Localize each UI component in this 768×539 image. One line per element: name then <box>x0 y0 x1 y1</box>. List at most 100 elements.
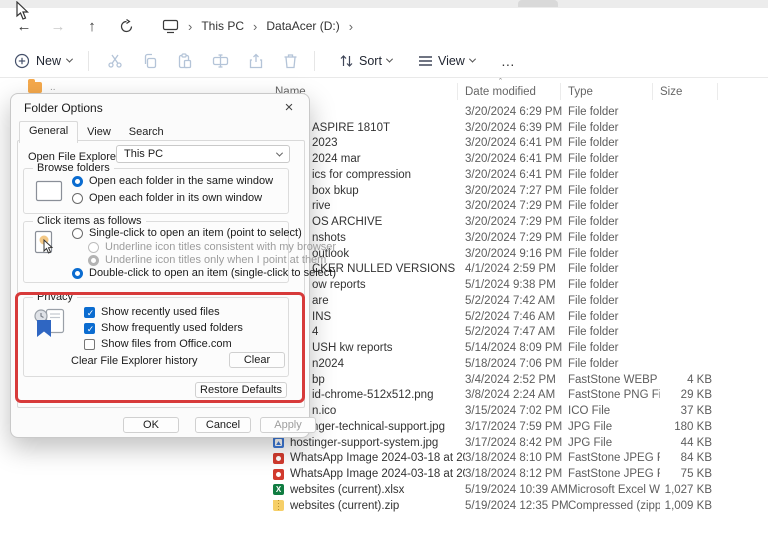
radio-selected-icon <box>72 175 83 187</box>
file-name: are <box>312 294 329 307</box>
column-divider[interactable] <box>717 83 718 100</box>
column-divider[interactable] <box>560 83 561 100</box>
file-name: hostinger-support-system.jpg <box>290 436 439 449</box>
file-row[interactable]: ow reports 5/1/2024 9:38 PM File folder <box>260 277 768 293</box>
cut-button[interactable] <box>107 53 123 69</box>
file-row[interactable]: websites (current).zip 5/19/2024 12:35 PM… <box>260 498 768 514</box>
restore-defaults-button[interactable]: Restore Defaults <box>195 382 287 398</box>
file-row[interactable]: 2024 mar 3/20/2024 6:41 PM File folder <box>260 151 768 167</box>
file-row[interactable]: WhatsApp Image 2024-03-18 at 20.06.58...… <box>260 451 768 467</box>
sort-button[interactable]: Sort <box>339 54 393 68</box>
file-row[interactable]: 3/20/2024 6:29 PM File folder <box>260 104 768 120</box>
share-button[interactable] <box>248 53 264 69</box>
file-row[interactable]: WhatsApp Image 2024-03-18 at 20.06.59...… <box>260 466 768 482</box>
radio-single-click[interactable]: Single-click to open an item (point to s… <box>72 227 302 239</box>
column-header-date[interactable]: Date modified <box>465 86 536 98</box>
copy-button[interactable] <box>142 53 158 69</box>
dialog-title: Folder Options <box>24 101 103 115</box>
file-row[interactable]: are 5/2/2024 7:42 AM File folder <box>260 293 768 309</box>
file-row[interactable]: websites (current).xlsx 5/19/2024 10:39 A… <box>260 482 768 498</box>
cancel-button[interactable]: Cancel <box>195 417 251 433</box>
file-row[interactable]: bp 3/4/2024 2:52 PM FastStone WEBP File 4 K… <box>260 372 768 388</box>
address-bar[interactable]: › This PC › DataAcer (D:) › <box>162 19 353 34</box>
file-row[interactable]: n.ico 3/15/2024 7:02 PM ICO File 37 KB <box>260 403 768 419</box>
radio-disabled-icon <box>88 241 99 253</box>
forward-button[interactable]: → <box>44 18 72 35</box>
file-name: OS ARCHIVE <box>312 216 383 229</box>
file-date: 5/19/2024 10:39 AM <box>465 483 568 496</box>
file-date: 5/18/2024 7:06 PM <box>465 357 563 370</box>
close-icon[interactable]: × <box>277 97 301 119</box>
file-row[interactable]: INS 5/2/2024 7:46 AM File folder <box>260 309 768 325</box>
file-name: ics for compression <box>312 168 412 181</box>
clear-button[interactable]: Clear <box>229 352 285 368</box>
file-date: 4/1/2024 2:59 PM <box>465 263 556 276</box>
breadcrumb-dataacer-drive[interactable]: DataAcer (D:) <box>266 19 339 33</box>
file-size: 75 KB <box>680 468 712 481</box>
nav-pane-item[interactable]: .. <box>28 79 56 93</box>
file-date: 3/18/2024 8:12 PM <box>465 468 563 481</box>
column-header-type[interactable]: Type <box>568 86 593 98</box>
folder-options-dialog: Folder Options × General View Search Ope… <box>10 93 336 438</box>
file-date: 3/20/2024 6:41 PM <box>465 153 563 166</box>
radio-label: Underline icon titles consistent with my… <box>105 241 337 253</box>
file-row[interactable]: hostinger-support-system.jpg 3/17/2024 8:… <box>260 435 768 451</box>
paste-button[interactable] <box>177 52 193 69</box>
chevron-down-icon <box>468 55 476 63</box>
file-size: 1,009 KB <box>664 499 712 512</box>
file-row[interactable]: ics for compression 3/20/2024 6:41 PM File… <box>260 167 768 183</box>
file-type: File folder <box>568 105 619 118</box>
file-size: 1,027 KB <box>664 483 712 496</box>
file-name: 2024 mar <box>312 153 361 166</box>
file-row[interactable]: ASPIRE 1810T 3/20/2024 6:39 PM File folder <box>260 120 768 136</box>
file-name: box bkup <box>312 184 359 197</box>
file-row[interactable]: n2024 5/18/2024 7:06 PM File folder <box>260 356 768 372</box>
ok-button[interactable]: OK <box>123 417 179 433</box>
file-type: FastStone JPEG File <box>568 468 660 481</box>
column-header-size[interactable]: Size <box>660 86 682 98</box>
radio-own-window[interactable]: Open each folder in its own window <box>72 192 262 204</box>
file-row[interactable]: box bkup 3/20/2024 7:27 PM File folder <box>260 183 768 199</box>
file-row[interactable]: rive 3/20/2024 7:29 PM File folder <box>260 199 768 215</box>
checkbox-frequently-used[interactable]: Show frequently used folders <box>84 322 243 335</box>
delete-button[interactable] <box>283 53 298 69</box>
file-row[interactable]: outlook 3/20/2024 9:16 PM File folder <box>260 246 768 262</box>
file-row[interactable]: 2023 3/20/2024 6:41 PM File folder <box>260 136 768 152</box>
radio-same-window[interactable]: Open each folder in the same window <box>72 175 273 187</box>
image-file-icon <box>273 437 284 449</box>
checkbox-office-files[interactable]: Show files from Office.com <box>84 338 232 350</box>
nav-item-label: .. <box>50 82 56 93</box>
file-row[interactable]: CKER NULLED VERSIONS 4/1/2024 2:59 PM File… <box>260 262 768 278</box>
view-button[interactable]: View <box>418 54 476 68</box>
column-divider[interactable] <box>652 83 653 100</box>
refresh-button[interactable] <box>112 18 140 34</box>
apply-button[interactable]: Apply <box>260 417 316 433</box>
more-options-button[interactable]: … <box>501 53 516 69</box>
new-button[interactable]: New <box>14 53 74 69</box>
privacy-icon <box>34 308 65 337</box>
checkbox-recently-used[interactable]: Show recently used files <box>84 306 220 319</box>
file-row[interactable]: nger-technical-support.jpg 3/17/2024 7:59… <box>260 419 768 435</box>
breadcrumb-this-pc[interactable]: This PC <box>201 19 244 33</box>
dropdown-value: This PC <box>124 148 164 160</box>
file-name: nger-technical-support.jpg <box>312 420 445 433</box>
up-button[interactable]: ↑ <box>78 18 106 35</box>
file-type: FastStone JPEG File <box>568 452 660 465</box>
open-explorer-dropdown[interactable]: This PC <box>116 145 290 163</box>
column-divider[interactable] <box>457 83 458 100</box>
radio-double-click[interactable]: Double-click to open an item (single-cli… <box>72 267 336 279</box>
file-date: 3/17/2024 7:59 PM <box>465 420 563 433</box>
file-row[interactable]: OS ARCHIVE 3/20/2024 7:29 PM File folder <box>260 214 768 230</box>
file-name: ASPIRE 1810T <box>312 121 390 134</box>
file-name: n2024 <box>312 357 344 370</box>
radio-label: Open each folder in the same window <box>89 175 274 187</box>
rename-button[interactable] <box>212 53 229 69</box>
file-row[interactable]: nshots 3/20/2024 7:29 PM File folder <box>260 230 768 246</box>
file-type: File folder <box>568 184 619 197</box>
file-row[interactable]: id-chrome-512x512.png 3/8/2024 2:24 AM Fas… <box>260 388 768 404</box>
file-row[interactable]: 4 5/2/2024 7:47 AM File folder <box>260 325 768 341</box>
tab-general[interactable]: General <box>19 121 79 143</box>
file-date: 5/2/2024 7:47 AM <box>465 326 556 339</box>
file-row[interactable]: USH kw reports 5/14/2024 8:09 PM File fold… <box>260 340 768 356</box>
chevron-down-icon <box>275 149 284 157</box>
